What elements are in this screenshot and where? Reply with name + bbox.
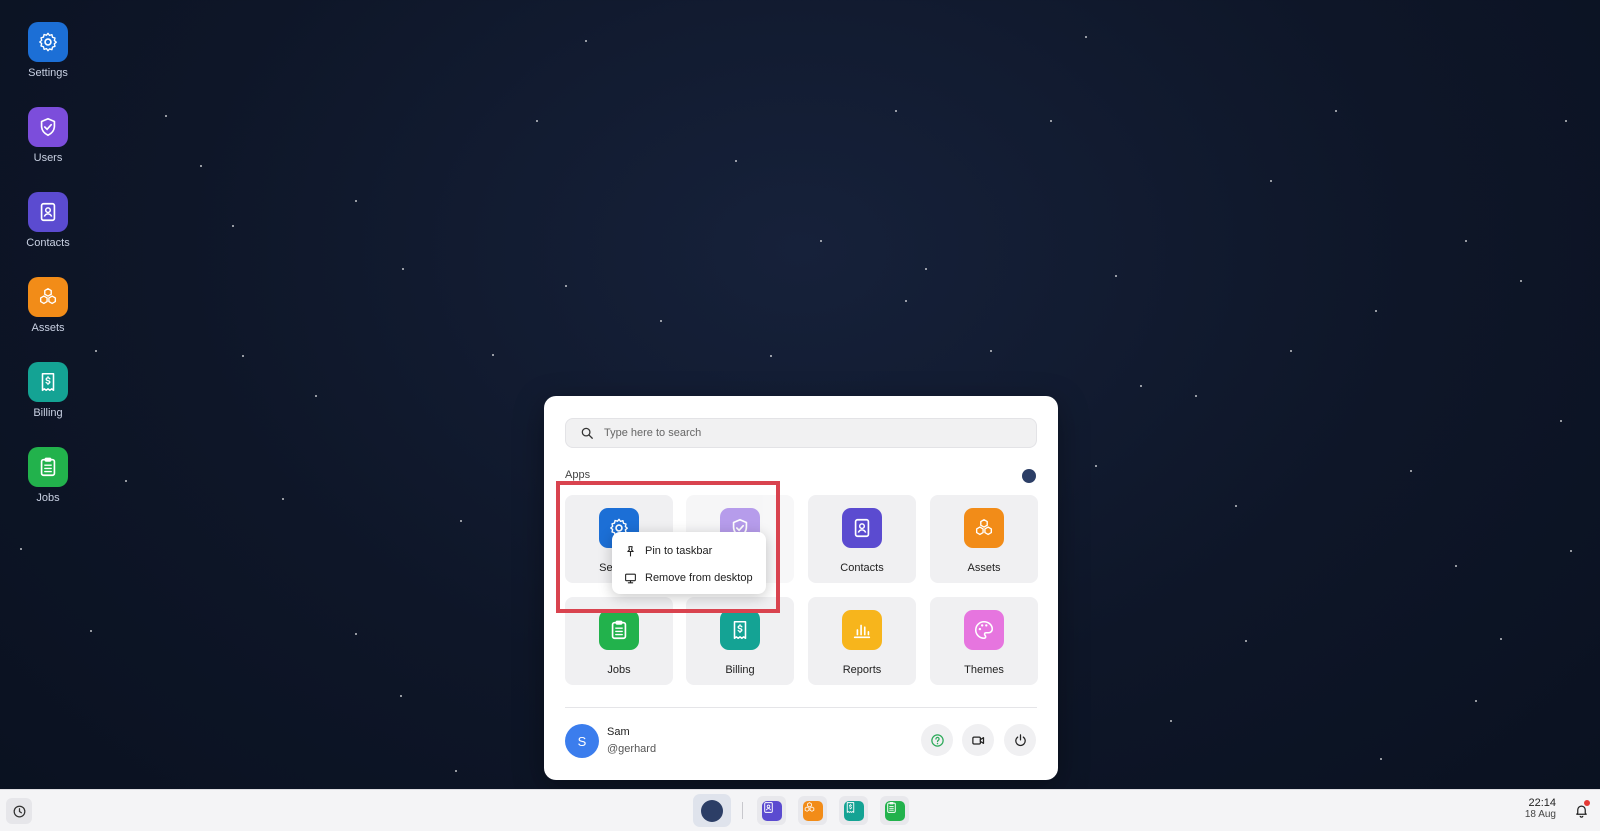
video-button[interactable] (962, 724, 994, 756)
app-card-billing[interactable]: Billing (686, 597, 794, 685)
palette-icon (964, 610, 1004, 650)
app-card-jobs[interactable]: Jobs (565, 597, 673, 685)
taskbar-app-assets[interactable] (798, 796, 827, 825)
app-card-label: Reports (842, 664, 882, 676)
app-card-themes[interactable]: Themes (930, 597, 1038, 685)
search-bar[interactable] (565, 418, 1037, 448)
desktop-icon-billing[interactable]: Billing (18, 362, 78, 419)
gear-icon (28, 22, 68, 62)
user-handle: @gerhard (607, 743, 657, 755)
search-icon (581, 427, 593, 439)
context-menu-label: Remove from desktop (645, 572, 753, 584)
contact-card-icon (842, 508, 882, 548)
context-menu-label: Pin to taskbar (645, 545, 713, 557)
clipboard-icon (884, 800, 905, 821)
app-card-label: Assets (967, 562, 1001, 574)
brand-logo-icon (1022, 469, 1036, 483)
desktop-icon-label: Billing (33, 407, 63, 419)
remove-from-desktop-item[interactable]: Remove from desktop (624, 568, 760, 588)
menu-divider (565, 707, 1037, 708)
clipboard-icon (28, 447, 68, 487)
app-card-assets[interactable]: Assets (930, 495, 1038, 583)
desktop-icon-assets[interactable]: Assets (18, 277, 78, 334)
clock-time: 22:14 (1528, 797, 1556, 809)
search-input[interactable] (602, 426, 1026, 440)
desktop-icon-label: Users (33, 152, 63, 164)
apps-section-label: Apps (565, 469, 591, 481)
notification-badge (1584, 800, 1590, 806)
receipt-dollar-icon (28, 362, 68, 402)
help-icon (930, 733, 944, 747)
desktop-icon-label: Jobs (36, 492, 60, 504)
taskbar-app-jobs[interactable] (880, 796, 909, 825)
start-button[interactable] (693, 794, 731, 827)
notifications-button[interactable] (1570, 799, 1592, 821)
clipboard-icon (599, 610, 639, 650)
desktop-icon-contacts[interactable]: Contacts (18, 192, 78, 249)
app-card-label: Jobs (607, 664, 631, 676)
desktop-icon-label: Contacts (26, 237, 70, 249)
app-card-label: Themes (964, 664, 1004, 676)
power-icon (1014, 733, 1026, 746)
desktop-icon-users[interactable]: Users (18, 107, 78, 164)
receipt-dollar-icon (843, 800, 864, 821)
boxes-icon (964, 508, 1004, 548)
boxes-icon (28, 277, 68, 317)
monitor-icon (625, 573, 636, 583)
brand-logo-icon (701, 799, 723, 822)
video-camera-icon (971, 735, 984, 745)
app-card-label: Contacts (840, 562, 884, 574)
contact-card-icon (761, 800, 782, 821)
bar-chart-icon (842, 610, 882, 650)
user-name: Sam (607, 726, 630, 738)
receipt-dollar-icon (720, 610, 760, 650)
desktop-icon-jobs[interactable]: Jobs (18, 447, 78, 504)
app-card-reports[interactable]: Reports (808, 597, 916, 685)
taskbar-clock[interactable]: 22:14 18 Aug (1525, 797, 1556, 821)
pin-to-taskbar-item[interactable]: Pin to taskbar (624, 541, 760, 561)
taskbar-app-contacts[interactable] (757, 796, 786, 825)
app-card-contacts[interactable]: Contacts (808, 495, 916, 583)
taskbar-separator (742, 802, 743, 819)
taskbar-app-billing[interactable] (839, 796, 868, 825)
clock-date: 18 Aug (1524, 809, 1556, 820)
context-menu: Pin to taskbar Remove from desktop (612, 532, 766, 594)
desktop-icon-label: Settings (28, 67, 68, 79)
help-button[interactable] (921, 724, 953, 756)
app-card-label: Billing (725, 664, 755, 676)
recent-activity-button[interactable] (6, 798, 32, 824)
desktop-icon-label: Assets (31, 322, 65, 334)
desktop-icon-settings[interactable]: Settings (18, 22, 78, 79)
avatar[interactable]: S (565, 724, 599, 758)
power-button[interactable] (1004, 724, 1036, 756)
boxes-icon (802, 800, 823, 821)
shield-check-icon (28, 107, 68, 147)
clock-icon (13, 805, 25, 817)
pin-icon (627, 545, 634, 556)
taskbar: 22:14 18 Aug (0, 789, 1600, 831)
contact-card-icon (28, 192, 68, 232)
